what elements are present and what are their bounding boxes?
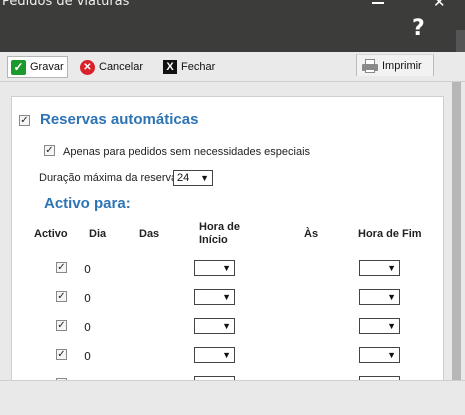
- col-hora-fim: Hora de Fim: [358, 228, 422, 240]
- auto-reservations-checkbox[interactable]: ✓: [19, 115, 30, 126]
- dropdown-arrow-icon: ▼: [387, 321, 396, 331]
- print-button[interactable]: Imprimir: [356, 54, 434, 76]
- dropdown-arrow-icon: ▼: [387, 263, 396, 273]
- col-as: Às: [304, 228, 319, 240]
- hora-inicio-select[interactable]: ▼: [194, 289, 235, 305]
- duration-select[interactable]: 24 ▼: [173, 170, 213, 186]
- auto-reservations-label: Reservas automáticas: [40, 111, 199, 128]
- printer-icon: [362, 58, 378, 73]
- dropdown-arrow-icon: ▼: [222, 350, 231, 360]
- vertical-scrollbar[interactable]: [448, 82, 465, 382]
- close-button[interactable]: X Fechar: [163, 56, 215, 78]
- row-dia: 0: [84, 292, 91, 305]
- row-dia: 0: [84, 350, 91, 363]
- col-das: Das: [139, 228, 160, 240]
- dropdown-arrow-icon: ▼: [222, 263, 231, 273]
- help-button[interactable]: ?: [412, 16, 425, 41]
- cancel-button[interactable]: ✕ Cancelar: [80, 56, 143, 78]
- row-dia: 0: [84, 263, 91, 276]
- minimize-button[interactable]: [372, 0, 384, 4]
- special-needs-label: Apenas para pedidos sem necessidades esp…: [63, 146, 311, 158]
- bottom-bar: [0, 380, 465, 415]
- row-active-checkbox[interactable]: ✓: [56, 291, 67, 302]
- col-hora-inicio: Hora de Início: [199, 221, 240, 246]
- dropdown-arrow-icon: ▼: [387, 292, 396, 302]
- duration-value: 24: [177, 172, 190, 184]
- hora-fim-select[interactable]: ▼: [359, 289, 400, 305]
- col-activo: Activo: [34, 228, 68, 240]
- save-button[interactable]: ✓ Gravar: [7, 56, 68, 78]
- active-for-title: Activo para:: [44, 195, 131, 212]
- dropdown-arrow-icon: ▼: [222, 321, 231, 331]
- col-dia: Dia: [89, 228, 107, 240]
- print-label: Imprimir: [382, 59, 422, 72]
- x-icon: X: [163, 60, 177, 74]
- dropdown-arrow-icon: ▼: [222, 292, 231, 302]
- close-label: Fechar: [181, 61, 216, 73]
- hora-inicio-select[interactable]: ▼: [194, 318, 235, 334]
- save-label: Gravar: [30, 61, 64, 73]
- duration-label: Duração máxima da reserva: [39, 172, 178, 184]
- scrollbar-thumb[interactable]: [452, 82, 461, 382]
- toolbar: ✓ Gravar ✕ Cancelar X Fechar Imprimir: [0, 52, 465, 82]
- form-panel: ✓ Reservas automáticas ✓ Apenas para ped…: [11, 96, 444, 415]
- dropdown-arrow-icon: ▼: [387, 350, 396, 360]
- hora-fim-select[interactable]: ▼: [359, 318, 400, 334]
- row-active-checkbox[interactable]: ✓: [56, 262, 67, 273]
- row-dia: 0: [84, 321, 91, 334]
- window-title: Pedidos de viaturas: [2, 0, 130, 9]
- cancel-icon: ✕: [80, 59, 95, 75]
- close-icon[interactable]: ✕: [433, 0, 446, 11]
- hora-inicio-select[interactable]: ▼: [194, 347, 235, 363]
- scrollbar-track: [456, 30, 465, 52]
- hora-fim-select[interactable]: ▼: [359, 260, 400, 276]
- hora-inicio-select[interactable]: ▼: [194, 260, 235, 276]
- dropdown-arrow-icon: ▼: [200, 173, 209, 183]
- cancel-label: Cancelar: [99, 61, 144, 73]
- row-active-checkbox[interactable]: ✓: [56, 349, 67, 360]
- hora-fim-select[interactable]: ▼: [359, 347, 400, 363]
- check-icon: ✓: [11, 59, 26, 75]
- row-active-checkbox[interactable]: ✓: [56, 320, 67, 331]
- title-bar: Pedidos de viaturas ✕ ?: [0, 0, 465, 52]
- special-needs-checkbox[interactable]: ✓: [44, 145, 55, 156]
